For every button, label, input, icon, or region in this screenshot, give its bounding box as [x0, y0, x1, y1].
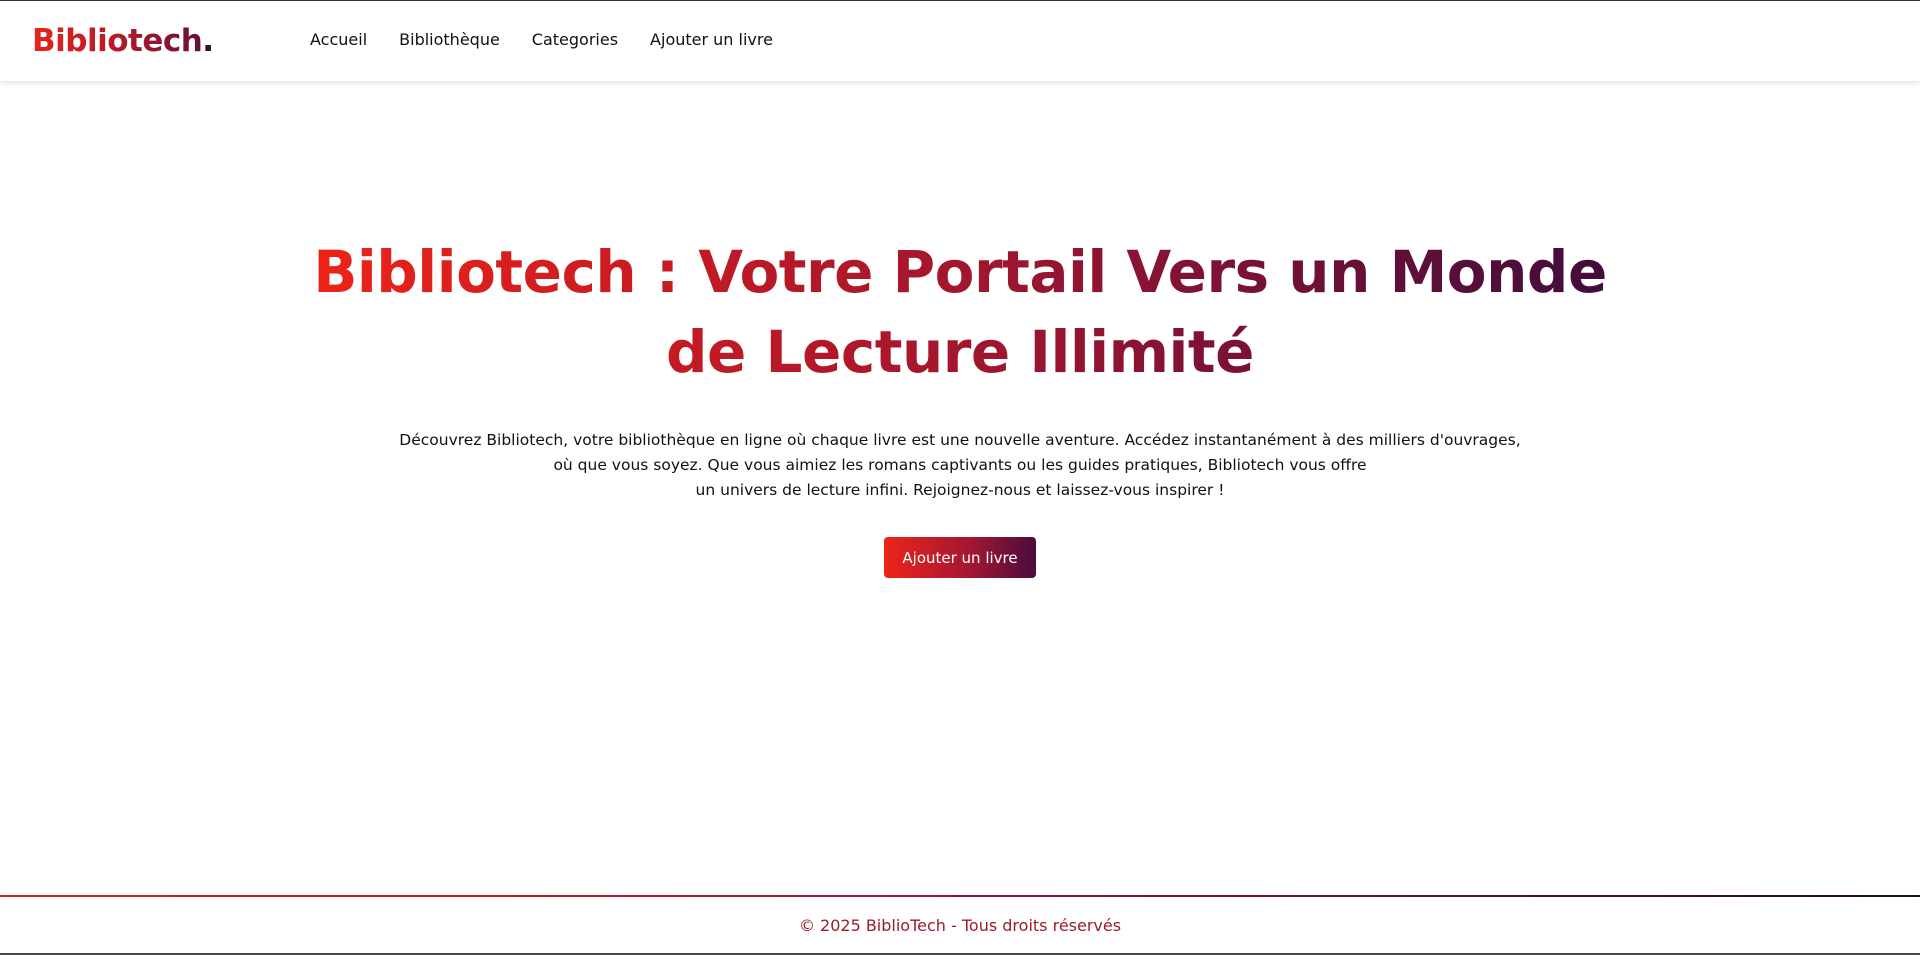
hero-description: Découvrez Bibliotech, votre bibliothèque…: [370, 428, 1550, 503]
nav-item-bibliotheque: Bibliothèque: [399, 29, 500, 51]
hero-description-line2: où que vous soyez. Que vous aimiez les r…: [553, 456, 1367, 474]
nav-link-ajouter-livre[interactable]: Ajouter un livre: [650, 30, 773, 49]
hero-section: Bibliotech : Votre Portail Vers un Monde…: [0, 232, 1920, 578]
nav-item-accueil: Accueil: [310, 29, 367, 51]
hero-description-line1: Découvrez Bibliotech, votre bibliothèque…: [399, 431, 1521, 449]
nav-link-bibliotheque[interactable]: Bibliothèque: [399, 30, 500, 49]
nav-link-categories[interactable]: Categories: [532, 30, 618, 49]
brand-logo[interactable]: Bibliotech.: [32, 17, 214, 65]
hero-title-line2: de Lecture Illimité: [666, 318, 1254, 386]
nav-item-ajouter-livre: Ajouter un livre: [650, 29, 773, 51]
nav-item-categories: Categories: [532, 29, 618, 51]
footer: © 2025 BiblioTech - Tous droits réservés: [0, 895, 1920, 955]
navbar: Bibliotech. Accueil Bibliothèque Categor…: [0, 1, 1920, 81]
footer-copyright: © 2025 BiblioTech - Tous droits réservés: [798, 916, 1122, 935]
footer-divider: [0, 895, 1920, 897]
add-book-button[interactable]: Ajouter un livre: [884, 537, 1036, 578]
hero-title: Bibliotech : Votre Portail Vers un Monde…: [290, 232, 1630, 392]
hero-description-line3: un univers de lecture infini. Rejoignez-…: [695, 481, 1225, 499]
brand-dot: .: [202, 23, 214, 59]
brand-name: Bibliotech: [32, 23, 203, 59]
hero-title-line1: Bibliotech : Votre Portail Vers un Monde: [313, 238, 1607, 306]
nav-link-accueil[interactable]: Accueil: [310, 30, 367, 49]
nav-links: Accueil Bibliothèque Categories Ajouter …: [310, 29, 805, 51]
